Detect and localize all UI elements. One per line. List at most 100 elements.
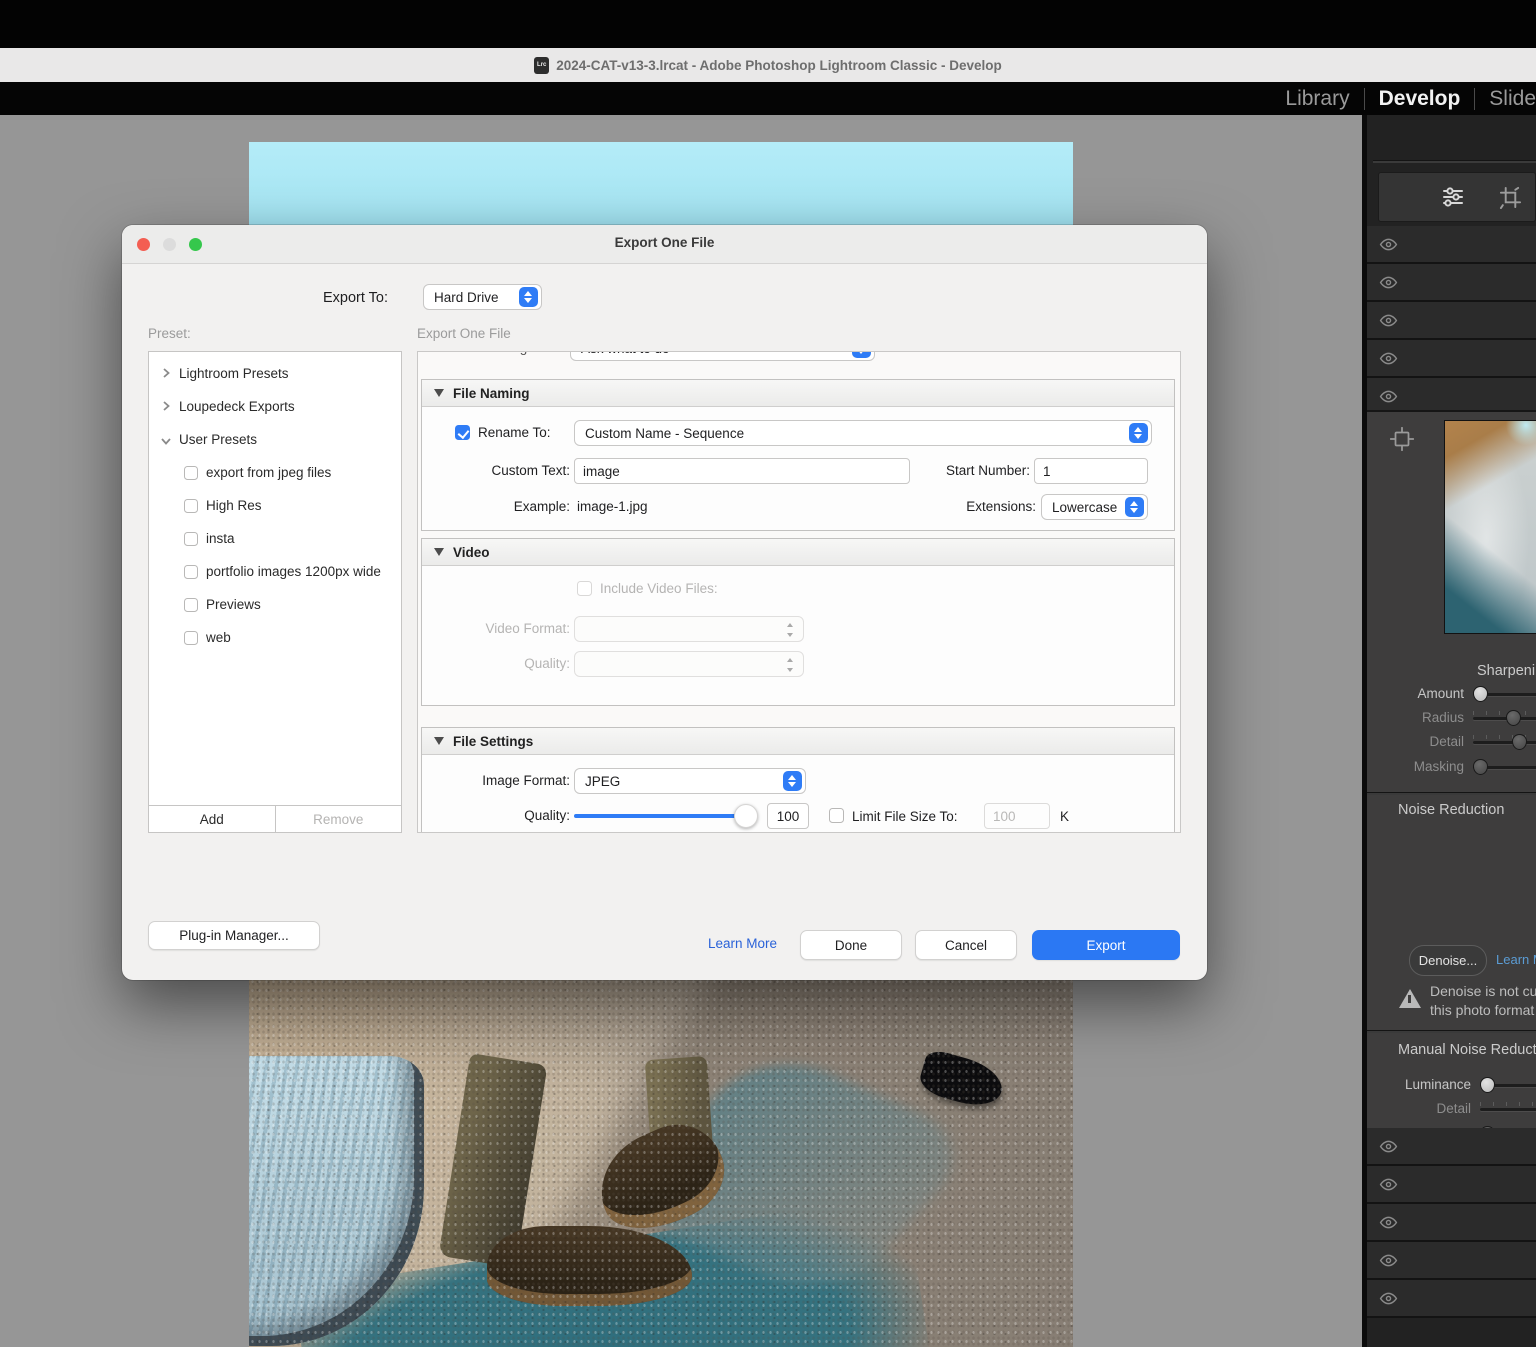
adjustment-sliders-icon[interactable]	[1441, 185, 1465, 209]
eye-icon[interactable]	[1379, 1137, 1398, 1156]
chevron-right-icon[interactable]	[161, 401, 171, 411]
slider-row: Detail	[1367, 731, 1536, 753]
slider-thumb[interactable]	[1473, 686, 1488, 702]
collapsed-panel-row[interactable]	[1367, 1204, 1536, 1242]
video-header[interactable]: Video	[422, 539, 1174, 566]
extensions-dropdown[interactable]: Lowercase	[1041, 494, 1148, 520]
export-to-dropdown[interactable]: Hard Drive	[423, 284, 542, 310]
preset-label: Preset:	[148, 326, 191, 341]
eye-icon[interactable]	[1379, 1251, 1398, 1270]
stepper-icon	[783, 771, 802, 791]
collapsed-panel-row[interactable]	[1367, 340, 1536, 378]
preset-item[interactable]: export from jpeg files	[149, 457, 401, 490]
eye-icon[interactable]	[1379, 387, 1398, 406]
chevron-right-icon[interactable]	[161, 368, 171, 378]
eye-icon[interactable]	[1379, 235, 1398, 254]
eye-icon[interactable]	[1379, 1213, 1398, 1232]
slider-thumb[interactable]	[1506, 710, 1521, 726]
eye-icon[interactable]	[1379, 349, 1398, 368]
macos-title-bar: Lrc 2024-CAT-v13-3.lrcat - Adobe Photosh…	[0, 48, 1536, 83]
preset-checkbox[interactable]	[184, 565, 198, 579]
existing-files-dropdown[interactable]: Ask what to do	[570, 351, 875, 361]
export-button[interactable]: Export	[1032, 930, 1180, 960]
collapsed-panel-row[interactable]	[1367, 226, 1536, 264]
slider-track[interactable]	[1480, 1108, 1536, 1111]
sharpening-title: Sharpening	[1477, 663, 1536, 679]
file-naming-section: File Naming Rename To: Custom Name - Seq…	[421, 379, 1175, 531]
video-format-label: Video Format:	[422, 621, 570, 636]
preset-item[interactable]: High Res	[149, 490, 401, 523]
preset-item[interactable]: portfolio images 1200px wide	[149, 556, 401, 589]
module-library[interactable]: Library	[1285, 87, 1349, 111]
preset-item[interactable]: Previews	[149, 589, 401, 622]
collapsed-panel-row[interactable]	[1367, 1128, 1536, 1166]
quality-slider-track[interactable]	[574, 814, 754, 818]
eye-icon[interactable]	[1379, 1175, 1398, 1194]
slider-thumb[interactable]	[1512, 734, 1527, 750]
include-video-checkbox[interactable]	[577, 581, 592, 596]
preset-checkbox[interactable]	[184, 598, 198, 612]
preset-group-user[interactable]: User Presets	[149, 424, 401, 457]
collapsed-panel-row[interactable]	[1367, 1280, 1536, 1318]
slider-thumb[interactable]	[1480, 1077, 1495, 1093]
module-slideshow[interactable]: Slide	[1489, 87, 1536, 111]
preset-checkbox[interactable]	[184, 466, 198, 480]
module-divider	[1474, 88, 1475, 110]
eye-icon[interactable]	[1379, 273, 1398, 292]
denoise-learn-more-link[interactable]: Learn More	[1496, 952, 1536, 967]
collapsed-panel-row[interactable]	[1367, 264, 1536, 302]
collapsed-panel-row[interactable]	[1367, 302, 1536, 340]
preset-checkbox[interactable]	[184, 631, 198, 645]
preset-checkbox[interactable]	[184, 532, 198, 546]
export-settings-scroll[interactable]: Existing Files: Ask what to do File Nami…	[417, 351, 1181, 833]
video-format-dropdown[interactable]	[574, 616, 804, 642]
limit-file-size-checkbox[interactable]	[829, 808, 844, 823]
image-format-dropdown[interactable]: JPEG	[574, 768, 806, 794]
plugin-manager-button[interactable]: Plug-in Manager...	[148, 921, 320, 950]
preset-item[interactable]: web	[149, 622, 401, 655]
crop-icon[interactable]	[1499, 186, 1522, 209]
add-preset-button[interactable]: Add	[149, 806, 275, 832]
module-picker: Library Develop Slide	[0, 82, 1536, 115]
video-quality-dropdown[interactable]	[574, 651, 804, 677]
preset-checkbox[interactable]	[184, 499, 198, 513]
noise-reduction-title: Noise Reduction	[1398, 802, 1504, 818]
preset-group-loupedeck[interactable]: Loupedeck Exports	[149, 391, 401, 424]
custom-text-input[interactable]	[574, 458, 910, 484]
file-naming-header[interactable]: File Naming	[422, 380, 1174, 407]
rename-to-checkbox[interactable]	[455, 425, 470, 440]
top-black-bar	[0, 0, 1536, 48]
done-button[interactable]: Done	[800, 930, 902, 960]
slider-track[interactable]	[1473, 717, 1536, 720]
preset-group-lightroom[interactable]: Lightroom Presets	[149, 358, 401, 391]
denoise-button[interactable]: Denoise...	[1409, 945, 1487, 976]
module-divider	[1364, 88, 1365, 110]
stepper-icon	[1125, 497, 1144, 517]
file-settings-section: File Settings Image Format: JPEG Quality…	[421, 727, 1175, 833]
collapsed-panel-row[interactable]	[1367, 1166, 1536, 1204]
eye-icon[interactable]	[1379, 1289, 1398, 1308]
lrcat-file-icon: Lrc	[534, 57, 549, 74]
learn-more-link[interactable]: Learn More	[708, 936, 777, 951]
quality-value-box[interactable]: 100	[767, 803, 809, 829]
module-develop[interactable]: Develop	[1379, 87, 1461, 111]
start-number-input[interactable]	[1034, 458, 1148, 484]
file-settings-header[interactable]: File Settings	[422, 728, 1174, 755]
stepper-icon	[786, 658, 795, 672]
limit-file-size-input[interactable]	[984, 803, 1050, 829]
slider-thumb[interactable]	[1473, 759, 1488, 775]
detail-preview-thumbnail[interactable]	[1444, 420, 1536, 634]
rename-to-label: Rename To:	[478, 425, 551, 440]
cancel-button[interactable]: Cancel	[915, 930, 1017, 960]
remove-preset-button[interactable]: Remove	[275, 806, 402, 832]
quality-slider-thumb[interactable]	[734, 804, 758, 828]
eye-icon[interactable]	[1379, 311, 1398, 330]
crosshair-icon[interactable]	[1389, 426, 1415, 452]
content-section-label: Export One File	[417, 326, 511, 341]
rename-template-dropdown[interactable]: Custom Name - Sequence	[574, 420, 1152, 446]
slider-row: Amount	[1367, 683, 1536, 705]
collapsed-panel-row[interactable]	[1367, 1242, 1536, 1280]
preset-item[interactable]: insta	[149, 523, 401, 556]
chevron-down-icon[interactable]	[161, 436, 171, 446]
quality-label: Quality:	[422, 808, 570, 823]
